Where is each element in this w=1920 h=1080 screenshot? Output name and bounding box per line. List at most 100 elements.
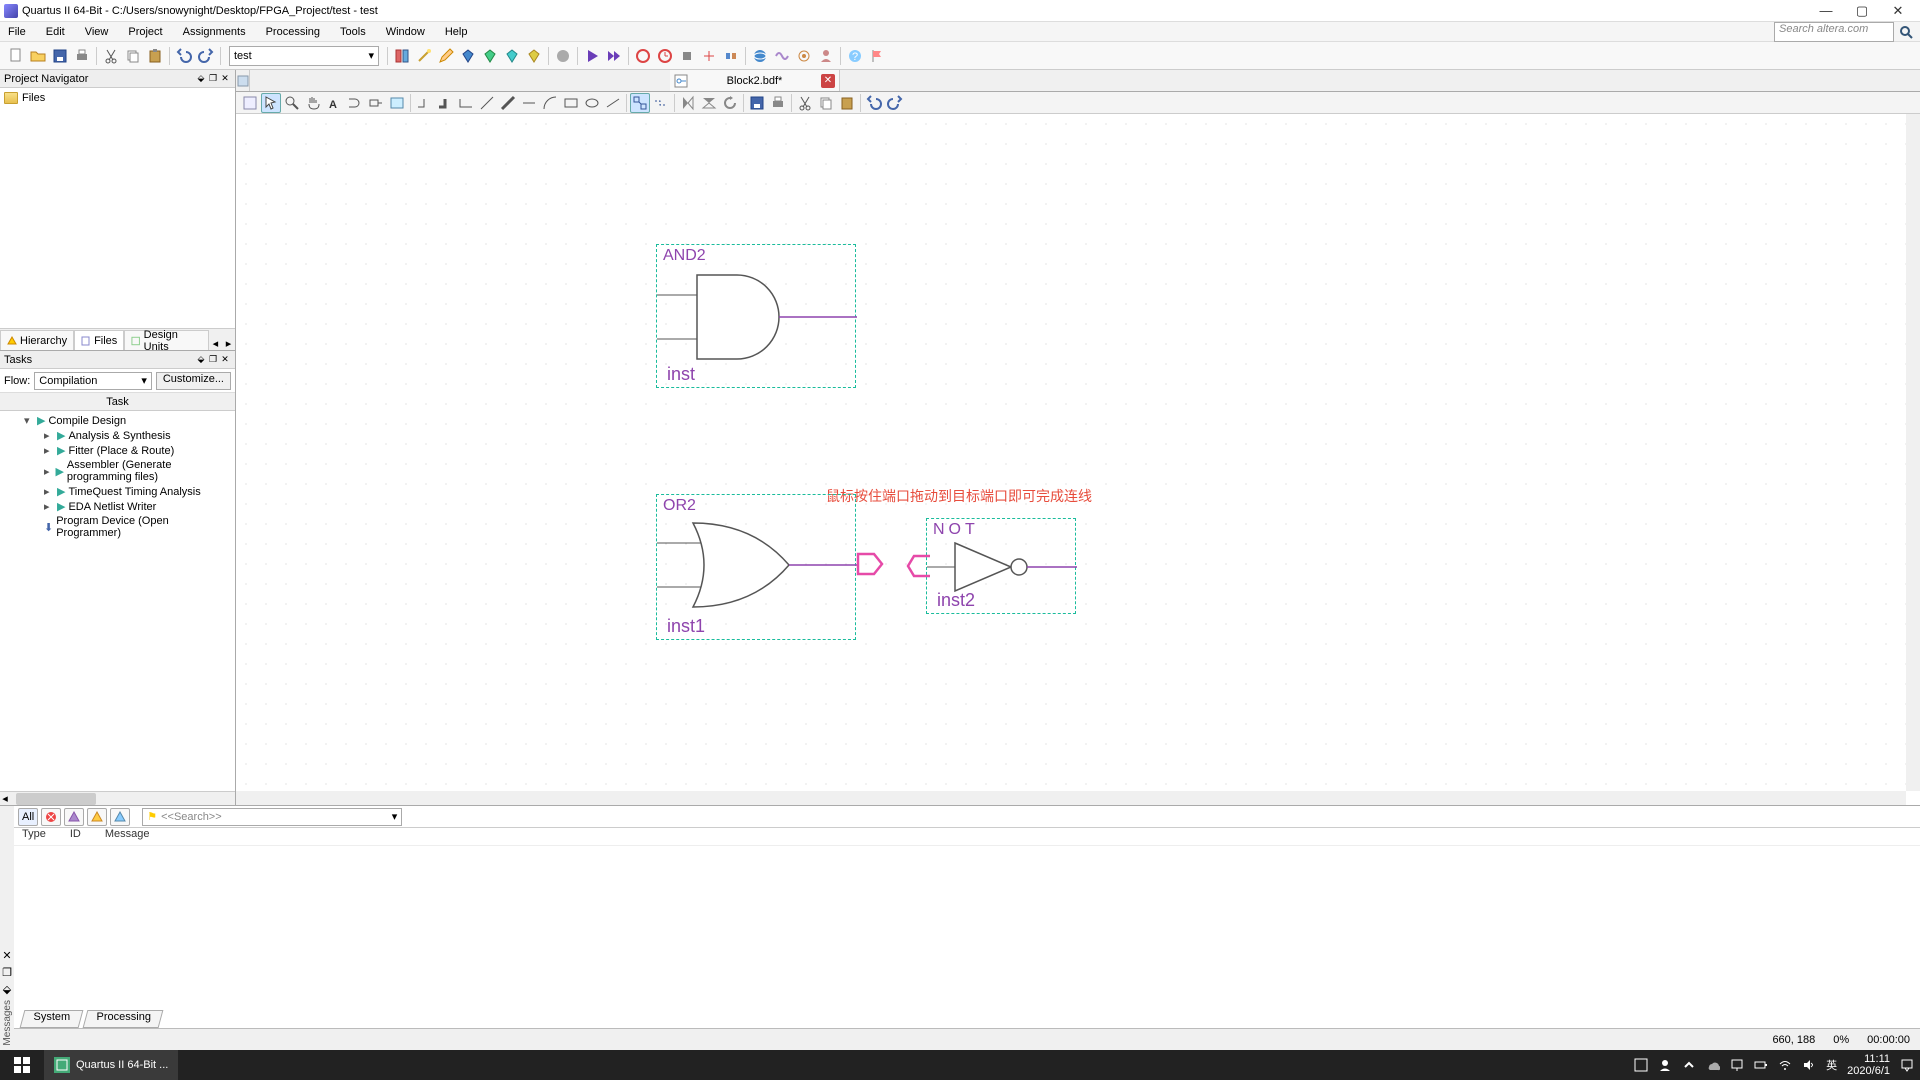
play-fast-icon[interactable]: [604, 46, 624, 66]
print-icon[interactable]: [768, 93, 788, 113]
chip-icon[interactable]: [677, 46, 697, 66]
tray-clock[interactable]: 11:11 2020/6/1: [1847, 1053, 1890, 1077]
close-button[interactable]: ✕: [1880, 1, 1916, 21]
tasks-hscroll[interactable]: ◂: [0, 791, 235, 805]
diagonal-node-icon[interactable]: [477, 93, 497, 113]
save-icon[interactable]: [50, 46, 70, 66]
wave-icon[interactable]: [772, 46, 792, 66]
restore-icon[interactable]: ❐: [207, 73, 219, 85]
restore-msgs-icon[interactable]: ❐: [2, 966, 12, 979]
stop-grey-icon[interactable]: [553, 46, 573, 66]
document-tab[interactable]: Block2.bdf* ✕: [670, 70, 840, 91]
tray-network-icon[interactable]: [1730, 1058, 1744, 1072]
cut-icon[interactable]: [795, 93, 815, 113]
copy-icon[interactable]: [816, 93, 836, 113]
menu-window[interactable]: Window: [382, 24, 429, 40]
filter-all[interactable]: All: [18, 808, 38, 826]
pin-icon[interactable]: ⬙: [195, 73, 207, 85]
person-icon[interactable]: [816, 46, 836, 66]
tabs-right-arrow-icon[interactable]: ▸: [222, 337, 235, 350]
taskbar-app[interactable]: Quartus II 64-Bit ...: [44, 1050, 178, 1080]
oval-tool-icon[interactable]: [582, 93, 602, 113]
globe-icon[interactable]: [750, 46, 770, 66]
pointer-tool-icon[interactable]: [261, 93, 281, 113]
filter-critical-icon[interactable]: [64, 808, 84, 826]
orthogonal-node-icon[interactable]: [414, 93, 434, 113]
flip-v-icon[interactable]: [699, 93, 719, 113]
filter-warning-icon[interactable]: [87, 808, 107, 826]
hand-tool-icon[interactable]: [303, 93, 323, 113]
arc-tool-icon[interactable]: [540, 93, 560, 113]
tray-battery-icon[interactable]: [1754, 1058, 1768, 1072]
gem-blue-icon[interactable]: [458, 46, 478, 66]
task-assembler[interactable]: Assembler (Generate programming files): [67, 459, 235, 483]
ime-indicator[interactable]: 英: [1826, 1057, 1837, 1073]
redo-icon[interactable]: [196, 46, 216, 66]
net-icon[interactable]: [699, 46, 719, 66]
menu-project[interactable]: Project: [124, 24, 166, 40]
save-icon[interactable]: [747, 93, 767, 113]
pin-icon[interactable]: [721, 46, 741, 66]
undo-icon[interactable]: [864, 93, 884, 113]
search-input[interactable]: Search altera.com: [1774, 22, 1894, 42]
menu-processing[interactable]: Processing: [262, 24, 324, 40]
menu-edit[interactable]: Edit: [42, 24, 69, 40]
tasks-tree[interactable]: ▾▶Compile Design ▸▶Analysis & Synthesis …: [0, 411, 235, 791]
canvas-vscroll[interactable]: [1906, 114, 1920, 791]
restore-icon[interactable]: ❐: [207, 354, 219, 366]
paste-icon[interactable]: [837, 93, 857, 113]
task-analysis[interactable]: Analysis & Synthesis: [68, 430, 170, 442]
target-icon[interactable]: [794, 46, 814, 66]
tray-notification-icon[interactable]: [1900, 1058, 1914, 1072]
rubberband-icon[interactable]: [630, 93, 650, 113]
filter-error-icon[interactable]: [41, 808, 61, 826]
minimize-button[interactable]: —: [1808, 1, 1844, 21]
flip-h-icon[interactable]: [678, 93, 698, 113]
pin-tool-icon[interactable]: [366, 93, 386, 113]
task-compile-design[interactable]: Compile Design: [48, 415, 126, 427]
flow-selector[interactable]: Compilation▾: [34, 372, 152, 390]
menu-assignments[interactable]: Assignments: [179, 24, 250, 40]
search-go-button[interactable]: [1896, 22, 1916, 42]
select-tool-icon[interactable]: [240, 93, 260, 113]
msgtab-system[interactable]: System: [20, 1010, 84, 1028]
tab-hierarchy[interactable]: Hierarchy: [0, 330, 74, 350]
symbol-tool-icon[interactable]: [345, 93, 365, 113]
pin-msgs-icon[interactable]: ⬙: [3, 983, 11, 996]
print-icon[interactable]: [72, 46, 92, 66]
project-navigator-tree[interactable]: Files: [0, 88, 235, 328]
orthogonal-conduit-icon[interactable]: [456, 93, 476, 113]
close-tab-icon[interactable]: ✕: [821, 74, 835, 88]
new-file-icon[interactable]: [6, 46, 26, 66]
tray-up-icon[interactable]: [1634, 1058, 1648, 1072]
rect-tool-icon[interactable]: [561, 93, 581, 113]
tab-home-icon[interactable]: [236, 70, 250, 91]
tabs-left-arrow-icon[interactable]: ◂: [209, 337, 222, 350]
gem-yellow-icon[interactable]: [524, 46, 544, 66]
redo-icon[interactable]: [885, 93, 905, 113]
start-button[interactable]: [0, 1050, 44, 1080]
paste-icon[interactable]: [145, 46, 165, 66]
wand-icon[interactable]: [414, 46, 434, 66]
pin-icon[interactable]: ⬙: [195, 354, 207, 366]
zoom-tool-icon[interactable]: [282, 93, 302, 113]
schematic-canvas[interactable]: AND2 inst 鼠标按住端口拖动到目标端口即可完成连线 OR2: [236, 114, 1920, 791]
task-fitter[interactable]: Fitter (Place & Route): [68, 445, 174, 457]
tab-files[interactable]: Files: [74, 330, 124, 350]
messages-search[interactable]: ⚑ <<Search>> ▾: [142, 808, 402, 826]
menu-file[interactable]: File: [4, 24, 30, 40]
msgtab-processing[interactable]: Processing: [82, 1010, 163, 1028]
line-tool-icon[interactable]: [603, 93, 623, 113]
clock-icon[interactable]: [655, 46, 675, 66]
tray-chevron-icon[interactable]: [1682, 1058, 1696, 1072]
tray-volume-icon[interactable]: [1802, 1058, 1816, 1072]
close-panel-icon[interactable]: ✕: [219, 73, 231, 85]
canvas-hscroll[interactable]: [236, 791, 1906, 805]
copy-icon[interactable]: [123, 46, 143, 66]
customize-button[interactable]: Customize...: [156, 372, 231, 390]
settings-icon[interactable]: [392, 46, 412, 66]
close-panel-icon[interactable]: ✕: [219, 354, 231, 366]
and-gate[interactable]: AND2 inst: [656, 244, 856, 388]
diagonal-bus-icon[interactable]: [498, 93, 518, 113]
text-tool-icon[interactable]: A: [324, 93, 344, 113]
